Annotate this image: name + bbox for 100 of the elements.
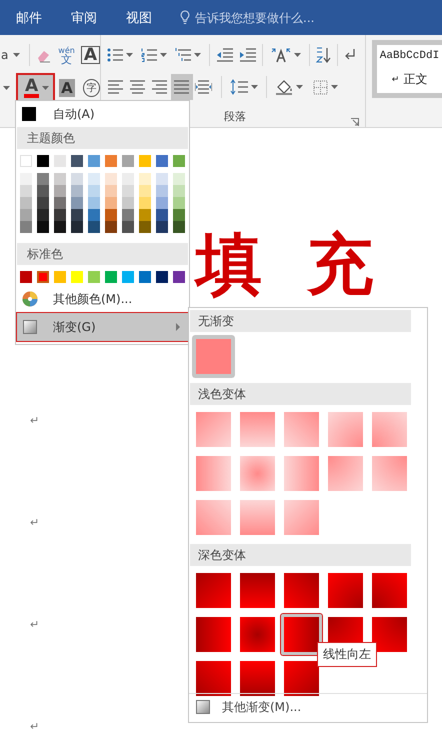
color-swatch[interactable] <box>20 271 32 283</box>
color-swatch[interactable] <box>20 197 32 209</box>
color-swatch[interactable] <box>122 173 134 185</box>
color-swatch[interactable] <box>122 221 134 233</box>
color-swatch[interactable] <box>71 197 83 209</box>
color-swatch[interactable] <box>54 209 66 221</box>
color-swatch[interactable] <box>105 197 117 209</box>
color-swatch[interactable] <box>173 271 185 283</box>
color-swatch[interactable] <box>71 209 83 221</box>
ribbon-tab[interactable]: 审阅 <box>70 0 98 35</box>
color-swatch[interactable] <box>173 155 185 167</box>
color-swatch[interactable] <box>156 209 168 221</box>
color-swatch[interactable] <box>173 173 185 185</box>
color-swatch[interactable] <box>37 209 49 221</box>
color-swatch[interactable] <box>37 155 49 167</box>
caret-icon[interactable] <box>42 86 50 90</box>
color-swatch[interactable] <box>20 209 32 221</box>
align-right-icon <box>151 79 168 96</box>
color-swatch[interactable] <box>105 221 117 233</box>
color-swatch[interactable] <box>20 173 32 185</box>
color-swatch[interactable] <box>139 221 151 233</box>
color-swatch[interactable] <box>20 221 32 233</box>
color-swatch[interactable] <box>105 155 117 167</box>
color-swatch[interactable] <box>122 155 134 167</box>
character-shading-button[interactable]: A <box>59 79 75 97</box>
color-swatch[interactable] <box>37 185 49 197</box>
color-swatch[interactable] <box>71 221 83 233</box>
color-swatch[interactable] <box>71 271 83 283</box>
color-swatch[interactable] <box>139 173 151 185</box>
enclose-character-button[interactable]: 字 <box>82 79 100 97</box>
color-swatch[interactable] <box>37 221 49 233</box>
color-swatch[interactable] <box>122 197 134 209</box>
gradient-menu-item[interactable]: 渐变(G) <box>16 312 189 342</box>
section-header: 标准色 <box>17 243 188 265</box>
color-swatch[interactable] <box>122 271 134 283</box>
color-swatch[interactable] <box>105 271 117 283</box>
color-swatch[interactable] <box>54 197 66 209</box>
color-swatch[interactable] <box>156 173 168 185</box>
caret-icon[interactable] <box>194 52 201 57</box>
more-gradients-item[interactable]: 其他渐变(M)... <box>189 693 427 720</box>
color-swatch[interactable] <box>88 173 100 185</box>
color-swatch[interactable] <box>105 185 117 197</box>
automatic-color-item[interactable]: 自动(A) <box>16 103 189 125</box>
caret-icon[interactable] <box>251 85 258 90</box>
color-swatch[interactable] <box>88 185 100 197</box>
color-swatch[interactable] <box>71 185 83 197</box>
color-swatch[interactable] <box>173 185 185 197</box>
caret-icon[interactable] <box>13 53 20 57</box>
color-swatch[interactable] <box>54 271 66 283</box>
ribbon-tab[interactable]: 视图 <box>125 0 153 35</box>
caret-icon[interactable] <box>3 86 10 90</box>
color-swatch[interactable] <box>122 185 134 197</box>
style-gallery-item[interactable]: AaBbCcDdI ↵ 正文 <box>372 40 442 98</box>
caret-icon[interactable] <box>296 85 303 90</box>
font-color-button[interactable]: A <box>16 73 56 103</box>
sort-icon[interactable] <box>316 46 331 63</box>
caret-icon[interactable] <box>126 52 133 57</box>
color-swatch[interactable] <box>37 173 49 185</box>
color-swatch[interactable] <box>156 271 168 283</box>
color-swatch[interactable] <box>105 209 117 221</box>
color-swatch[interactable] <box>139 197 151 209</box>
color-swatch[interactable] <box>156 185 168 197</box>
color-swatch[interactable] <box>156 221 168 233</box>
color-swatch[interactable] <box>122 209 134 221</box>
decrease-indent-icon[interactable] <box>216 48 233 62</box>
color-swatch[interactable] <box>88 271 100 283</box>
color-swatch[interactable] <box>54 221 66 233</box>
color-swatch[interactable] <box>173 197 185 209</box>
paragraph-marks-icon[interactable] <box>344 48 356 62</box>
align-justify-button[interactable] <box>171 74 193 100</box>
color-swatch[interactable] <box>173 221 185 233</box>
caret-icon[interactable] <box>294 52 301 57</box>
character-border-button[interactable]: A <box>80 46 100 64</box>
color-swatch[interactable] <box>105 173 117 185</box>
color-swatch[interactable] <box>54 173 66 185</box>
color-swatch[interactable] <box>71 155 83 167</box>
color-swatch[interactable] <box>156 155 168 167</box>
color-swatch[interactable] <box>88 221 100 233</box>
search-field[interactable]: 告诉我您想要做什么... <box>195 10 345 24</box>
more-colors-item[interactable]: 其他颜色(M)... <box>16 287 189 311</box>
caret-icon[interactable] <box>160 52 167 57</box>
gradient-swatch[interactable] <box>280 613 323 656</box>
color-swatch[interactable] <box>139 185 151 197</box>
color-swatch[interactable] <box>37 197 49 209</box>
color-swatch[interactable] <box>139 209 151 221</box>
color-swatch[interactable] <box>37 271 49 283</box>
color-swatch[interactable] <box>54 185 66 197</box>
increase-indent-icon[interactable] <box>239 48 256 62</box>
color-swatch[interactable] <box>88 155 100 167</box>
color-swatch[interactable] <box>139 271 151 283</box>
color-swatch[interactable] <box>71 173 83 185</box>
color-swatch[interactable] <box>173 209 185 221</box>
color-swatch[interactable] <box>20 185 32 197</box>
dialog-launcher-icon[interactable] <box>351 118 359 126</box>
color-swatch[interactable] <box>88 197 100 209</box>
phonetic-guide-button[interactable]: wén 文 <box>58 46 75 64</box>
color-swatch[interactable] <box>88 209 100 221</box>
caret-icon[interactable] <box>331 85 338 90</box>
color-swatch[interactable] <box>156 197 168 209</box>
ribbon-tab[interactable]: 邮件 <box>15 0 43 35</box>
